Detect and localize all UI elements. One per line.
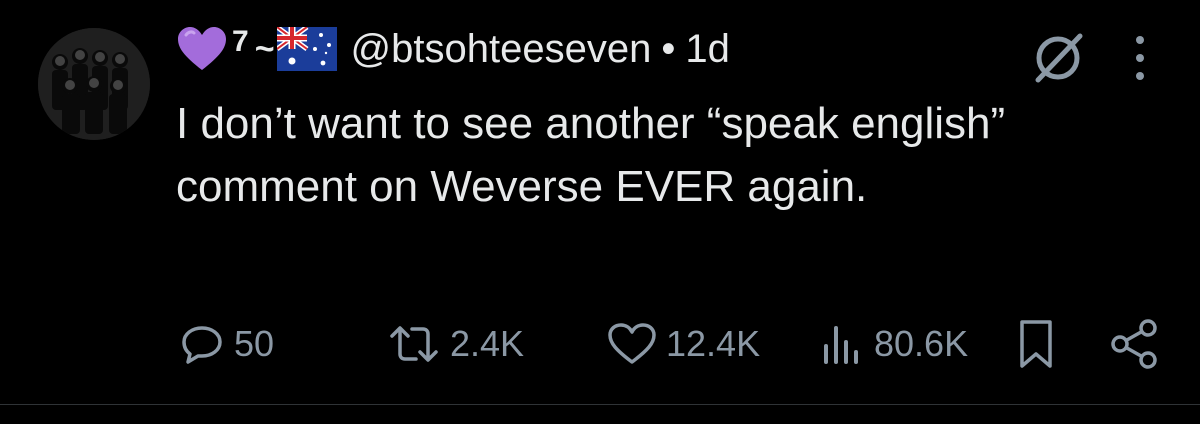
separator-dot: • (661, 26, 676, 71)
tweet-header: 7 ~ @btsohteeseven • 1d (176, 14, 730, 84)
more-icon[interactable] (1124, 26, 1156, 90)
views-count: 80.6K (874, 323, 969, 364)
tweet-time[interactable]: 1d (685, 27, 730, 72)
repost-button[interactable]: 2.4K (386, 312, 524, 376)
purple-heart-emoji-icon (178, 27, 226, 70)
repost-icon (390, 326, 438, 362)
share-icon (1111, 319, 1157, 369)
like-count: 12.4K (666, 323, 761, 364)
australia-flag-icon (276, 27, 337, 71)
avatar[interactable] (38, 28, 150, 140)
views-icon (824, 326, 858, 364)
reply-icon (182, 326, 222, 364)
like-button[interactable]: 12.4K (606, 312, 760, 376)
author-handle[interactable]: @btsohteeseven (351, 27, 652, 72)
reply-button[interactable]: 50 (178, 312, 274, 376)
like-icon (608, 323, 656, 364)
bookmark-button[interactable] (1014, 312, 1066, 376)
tweet-text: I don’t want to see another “speak engli… (176, 99, 1006, 211)
display-name[interactable]: 7 ~ (176, 25, 351, 72)
display-name-number: 7 (232, 25, 249, 58)
tweet[interactable]: 7 ~ @btsohteeseven • 1d I don’t want to … (0, 0, 1200, 424)
action-bar: 50 2.4K 12.4K 80.6K (0, 312, 1200, 376)
bookmark-icon (1020, 320, 1052, 368)
grok-icon[interactable] (1030, 30, 1086, 86)
share-button[interactable] (1106, 312, 1170, 376)
views-button[interactable]: 80.6K (818, 312, 968, 376)
repost-count: 2.4K (450, 323, 525, 364)
reply-count: 50 (234, 323, 275, 364)
divider (0, 404, 1200, 405)
display-name-tilde: ~ (254, 29, 275, 68)
